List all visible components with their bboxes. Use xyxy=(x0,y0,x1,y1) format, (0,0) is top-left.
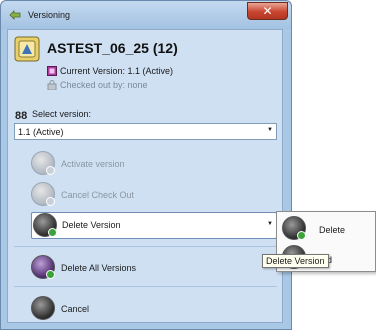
tooltip: Delete Version xyxy=(262,254,329,268)
svg-text:88: 88 xyxy=(15,110,27,120)
versioning-icon xyxy=(9,10,21,20)
document-title: ASTEST_06_25 (12) xyxy=(47,40,178,56)
menu-item-label: Delete xyxy=(319,225,346,235)
delete-all-versions-label: Delete All Versions xyxy=(61,263,137,273)
activate-version-button[interactable]: Activate version xyxy=(31,151,277,177)
delete-version-button[interactable]: Delete Version ▼ xyxy=(31,212,277,239)
title-bar: Versioning ✕ xyxy=(1,1,291,29)
checked-out-text: Checked out by: none xyxy=(60,80,148,90)
versions-icon: 88 xyxy=(15,110,27,120)
status-badge-icon xyxy=(48,228,57,237)
divider xyxy=(14,286,277,287)
current-version-icon xyxy=(47,66,57,76)
version-dropdown-value: 1.1 (Active) xyxy=(18,127,64,137)
select-version-label: Select version: xyxy=(32,109,92,119)
window-title: Versioning xyxy=(28,10,71,20)
close-button[interactable]: ✕ xyxy=(247,2,288,20)
status-badge-icon xyxy=(46,270,55,279)
lock-icon xyxy=(47,80,57,90)
divider xyxy=(14,246,277,247)
delete-version-label: Delete Version xyxy=(62,220,121,230)
cancel-checkout-button[interactable]: Cancel Check Out xyxy=(31,182,277,208)
chevron-down-icon: ▼ xyxy=(267,127,273,133)
status-badge-icon xyxy=(46,166,55,175)
delete-all-versions-button[interactable]: Delete All Versions xyxy=(31,255,277,281)
cancel-icon xyxy=(31,296,55,320)
status-badge-icon xyxy=(46,197,55,206)
activate-version-label: Activate version xyxy=(61,159,125,169)
cancel-checkout-label: Cancel Check Out xyxy=(61,190,135,200)
menu-item-delete[interactable]: Delete xyxy=(280,214,374,240)
version-dropdown[interactable]: 1.1 (Active) ▼ xyxy=(14,123,277,140)
current-version-text: Current Version: 1.1 (Active) xyxy=(60,66,174,76)
chevron-down-icon[interactable]: ▼ xyxy=(267,221,273,227)
status-badge-icon xyxy=(297,231,306,240)
document-version-icon xyxy=(14,36,40,62)
cancel-button[interactable]: Cancel xyxy=(31,296,277,322)
cancel-label: Cancel xyxy=(61,304,90,314)
